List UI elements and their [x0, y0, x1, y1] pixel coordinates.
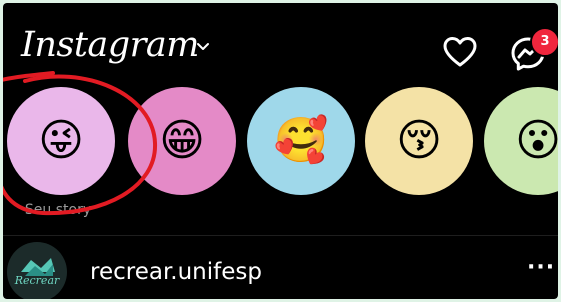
story-avatar[interactable]: 😜 [7, 87, 115, 195]
story-avatar[interactable]: 😚 [365, 87, 473, 195]
notification-badge: 3 [530, 27, 558, 57]
username[interactable]: recrear.unifesp [90, 259, 262, 285]
avatar[interactable]: Recrear [7, 242, 67, 299]
story-avatar[interactable]: 😮 [484, 87, 558, 195]
surprised-emoji-icon: 😮 [515, 115, 558, 166]
logo-mark-icon [21, 258, 55, 276]
instagram-screen: Instagram 3 😜 😁 🥰 😚 😮 Seu story Recrear … [3, 3, 558, 299]
chevron-down-icon[interactable] [195, 39, 211, 55]
story-avatar[interactable]: 😁 [128, 87, 236, 195]
smiling-hearts-emoji-icon: 🥰 [273, 115, 329, 166]
top-bar: Instagram 3 [3, 3, 558, 83]
kissing-emoji-icon: 😚 [396, 115, 442, 166]
instagram-logo[interactable]: Instagram [21, 25, 199, 65]
post-header: Recrear recrear.unifesp ··· [3, 237, 558, 299]
avatar-logo-text: Recrear [14, 274, 60, 287]
story-label: Seu story [24, 202, 92, 218]
divider [3, 235, 558, 236]
phone-frame: Instagram 3 😜 😁 🥰 😚 😮 Seu story Recrear … [0, 0, 561, 302]
heart-icon[interactable] [443, 36, 477, 68]
story-avatar[interactable]: 🥰 [247, 87, 355, 195]
more-options-icon[interactable]: ··· [527, 255, 555, 280]
winking-tongue-emoji-icon: 😜 [38, 115, 84, 166]
grinning-emoji-icon: 😁 [159, 115, 205, 166]
